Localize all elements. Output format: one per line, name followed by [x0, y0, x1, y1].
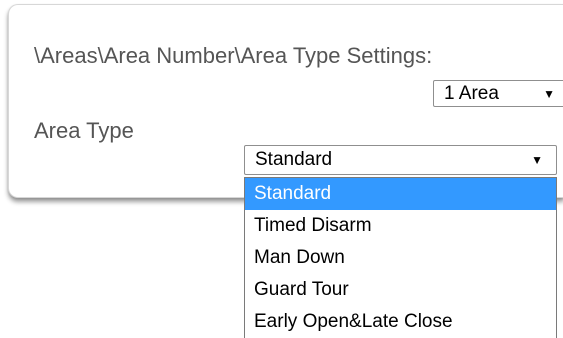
caret-down-icon: ▼ — [543, 86, 555, 101]
screen: \Areas\Area Number\Area Type Settings: 1… — [0, 0, 563, 338]
caret-down-icon: ▼ — [531, 153, 543, 167]
area-type-label: Area Type — [34, 118, 134, 143]
area-type-options-list: Standard Timed Disarm Man Down Guard Tou… — [244, 177, 557, 338]
option-timed-disarm[interactable]: Timed Disarm — [245, 210, 556, 242]
area-type-select[interactable]: Standard ▼ — [244, 145, 557, 175]
option-standard[interactable]: Standard — [245, 178, 556, 210]
area-number-value: 1 Area — [444, 82, 499, 104]
area-number-select[interactable]: 1 Area ▼ — [433, 80, 563, 107]
option-man-down[interactable]: Man Down — [245, 242, 556, 274]
option-guard-tour[interactable]: Guard Tour — [245, 274, 556, 306]
area-type-value: Standard — [255, 149, 333, 170]
settings-path-label: \Areas\Area Number\Area Type Settings: — [34, 43, 433, 68]
option-early-open-late-close[interactable]: Early Open&Late Close — [245, 306, 556, 338]
